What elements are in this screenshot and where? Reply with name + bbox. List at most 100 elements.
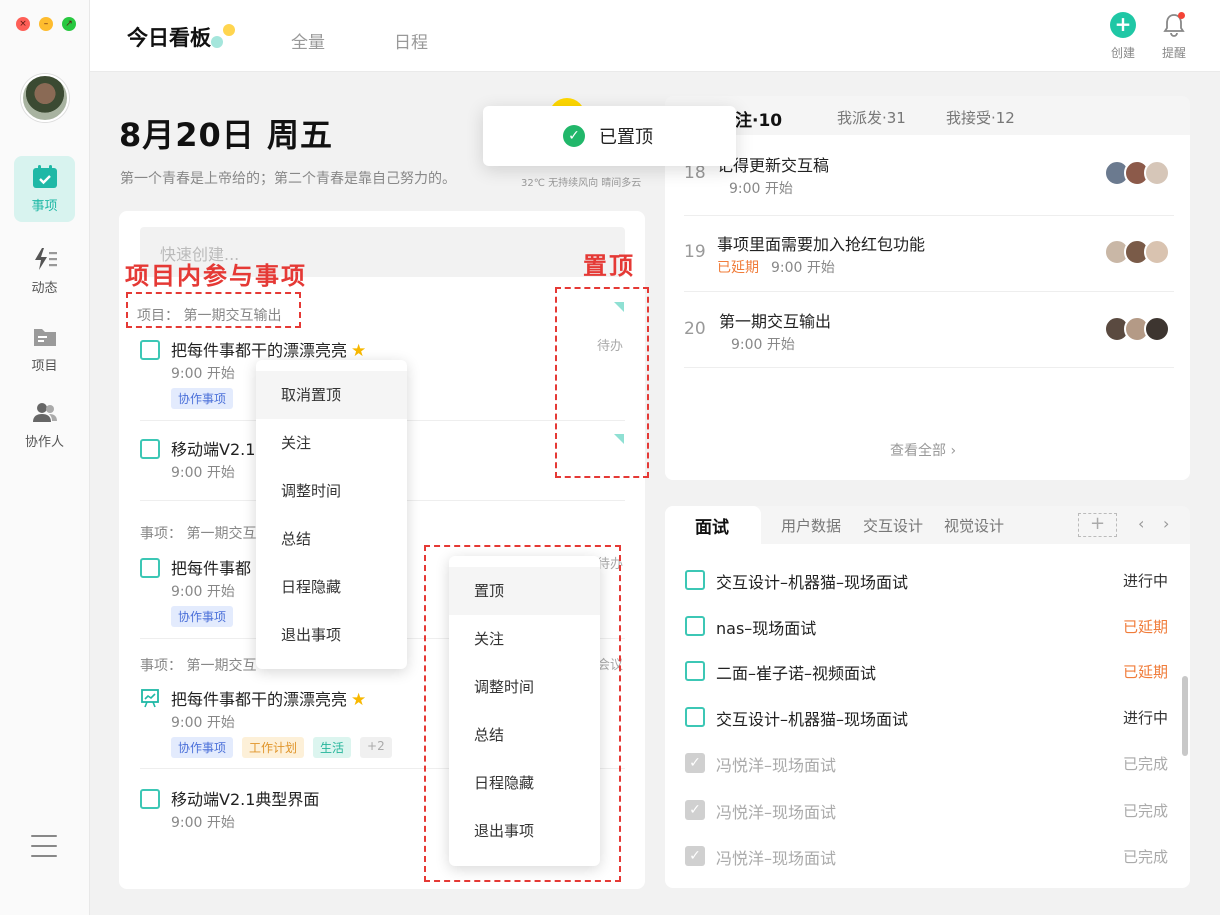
list-item[interactable]: 19 事项里面需要加入抢红包功能 已延期 9:00 开始 [684, 229, 1174, 289]
check-circle-icon: ✓ [563, 125, 585, 147]
divider [684, 215, 1174, 216]
tab-accepted[interactable]: 我接受·12 [946, 107, 1015, 128]
item-name: 冯悦洋–现场面试 [716, 756, 837, 775]
sidebar-item-collaborators[interactable]: 协作人 [14, 392, 75, 458]
time-text: 9:00 开始 [729, 181, 793, 197]
item-title: 第一期交互输出 [719, 312, 832, 331]
item-title: 事项里面需要加入抢红包功能 [717, 235, 926, 254]
tab-visual-design[interactable]: 视觉设计 [944, 515, 1004, 536]
list-item[interactable]: ✓ 冯悦洋–现场面试 已完成 [685, 845, 1168, 868]
tab-user-data[interactable]: 用户数据 [781, 515, 841, 536]
checked-checkbox-icon[interactable]: ✓ [685, 753, 705, 773]
status-badge: 已完成 [1122, 755, 1168, 773]
remind-button[interactable]: 提醒 [1161, 12, 1187, 61]
tab-interaction-design[interactable]: 交互设计 [863, 515, 923, 536]
list-item[interactable]: ✓ 冯悦洋–现场面试 已完成 [685, 752, 1168, 775]
tab-today-board[interactable]: 今日看板 [127, 22, 211, 52]
menu-item-exit-task[interactable]: 退出事项 [256, 611, 407, 659]
star-icon: ★ [351, 690, 367, 710]
participant-avatars [1104, 160, 1170, 186]
plus-icon: + [1110, 12, 1136, 38]
scrollbar[interactable] [1182, 676, 1188, 756]
menu-item-summary[interactable]: 总结 [256, 515, 407, 563]
create-label: 创建 [1110, 46, 1135, 60]
checked-checkbox-icon[interactable]: ✓ [685, 800, 705, 820]
maximize-window-icon[interactable]: ↗ [62, 17, 76, 31]
task-title-text: 把每件事都干的漂漂亮亮 [171, 341, 348, 360]
tab-follow[interactable]: 注·10 [735, 106, 782, 131]
folder-icon [32, 325, 58, 349]
minimize-window-icon[interactable]: – [39, 17, 53, 31]
sidebar-item-label: 事项 [31, 198, 58, 214]
tab-decoration [223, 24, 235, 36]
status-badge: 已完成 [1122, 802, 1168, 820]
divider [684, 367, 1174, 368]
sidebar-item-activity[interactable]: 动态 [14, 238, 75, 304]
task-checkbox[interactable] [140, 558, 160, 578]
menu-icon[interactable] [31, 835, 57, 857]
list-item[interactable]: ✓ 冯悦洋–现场面试 已完成 [685, 799, 1168, 822]
see-all-link[interactable]: 查看全部 › [890, 440, 956, 460]
tab-decoration [211, 36, 223, 48]
task-checkbox[interactable] [685, 661, 705, 681]
list-item[interactable]: 20 第一期交互输出 9:00 开始 [684, 306, 1174, 366]
task-time: 9:00 开始 [171, 584, 235, 600]
item-name: 交互设计–机器猫–现场面试 [716, 573, 909, 592]
item-number: 18 [684, 163, 706, 183]
list-item[interactable]: 二面–崔子诺–视频面试 已延期 [685, 660, 1168, 683]
task-checkbox[interactable] [140, 340, 160, 360]
menu-item-follow[interactable]: 关注 [449, 615, 600, 663]
item-time: 已延期 9:00 开始 [717, 257, 835, 277]
chevron-right-icon[interactable]: › [1163, 514, 1169, 533]
star-icon: ★ [351, 341, 367, 361]
annotation-pin-label: 置顶 [583, 252, 635, 280]
close-window-icon[interactable]: × [16, 17, 30, 31]
participant-avatars [1104, 316, 1170, 342]
checked-checkbox-icon[interactable]: ✓ [685, 846, 705, 866]
tag-more[interactable]: +2 [360, 737, 392, 758]
tab-interview[interactable]: 面试 [695, 513, 729, 538]
chevron-left-icon[interactable]: ‹ [1138, 514, 1144, 533]
menu-item-adjust-time[interactable]: 调整时间 [256, 467, 407, 515]
sidebar-item-label: 项目 [31, 358, 58, 374]
status-badge: 已延期 [1122, 618, 1168, 636]
task-checkbox[interactable] [685, 570, 705, 590]
item-name: 二面–崔子诺–视频面试 [716, 664, 877, 683]
menu-item-follow[interactable]: 关注 [256, 419, 407, 467]
calendar-check-icon [32, 164, 58, 189]
user-avatar[interactable] [21, 74, 69, 122]
task-title: 移动端V2.1典型界面 [171, 790, 320, 809]
group-label: 事项： 第一期交互 [140, 526, 257, 542]
menu-item-unpin[interactable]: 取消置顶 [256, 371, 407, 419]
add-tab-button[interactable]: + [1078, 513, 1117, 537]
tab-dispatched[interactable]: 我派发·31 [837, 107, 906, 128]
task-checkbox[interactable] [140, 439, 160, 459]
menu-item-summary[interactable]: 总结 [449, 711, 600, 759]
list-item[interactable]: 交互设计–机器猫–现场面试 进行中 [685, 569, 1168, 592]
task-title: 把每件事都 [171, 559, 252, 578]
participant-avatars [1104, 239, 1170, 265]
window-controls: × – ↗ [16, 17, 76, 31]
sidebar-item-label: 动态 [31, 280, 58, 296]
time-text: 9:00 开始 [771, 260, 835, 276]
annotation-project-label: 项目内参与事项 [125, 262, 307, 290]
list-item[interactable]: 交互设计–机器猫–现场面试 进行中 [685, 706, 1168, 729]
task-checkbox[interactable] [685, 707, 705, 727]
tab-all[interactable]: 全量 [291, 28, 325, 53]
list-item[interactable]: nas–现场面试 已延期 [685, 615, 1168, 638]
list-item[interactable]: 18 记得更新交互稿 9:00 开始 [684, 150, 1174, 210]
menu-item-hide-schedule[interactable]: 日程隐藏 [449, 759, 600, 807]
item-time: 9:00 开始 [717, 178, 793, 198]
create-button[interactable]: + 创建 [1110, 12, 1136, 61]
menu-item-hide-schedule[interactable]: 日程隐藏 [256, 563, 407, 611]
menu-item-exit-task[interactable]: 退出事项 [449, 807, 600, 855]
menu-item-adjust-time[interactable]: 调整时间 [449, 663, 600, 711]
menu-item-pin[interactable]: 置顶 [449, 567, 600, 615]
sidebar-item-projects[interactable]: 项目 [14, 316, 75, 382]
task-checkbox[interactable] [685, 616, 705, 636]
task-checkbox[interactable] [140, 789, 160, 809]
tab-schedule[interactable]: 日程 [394, 28, 428, 53]
sidebar-item-tasks[interactable]: 事项 [14, 156, 75, 222]
task-time: 9:00 开始 [171, 815, 235, 831]
divider [684, 291, 1174, 292]
